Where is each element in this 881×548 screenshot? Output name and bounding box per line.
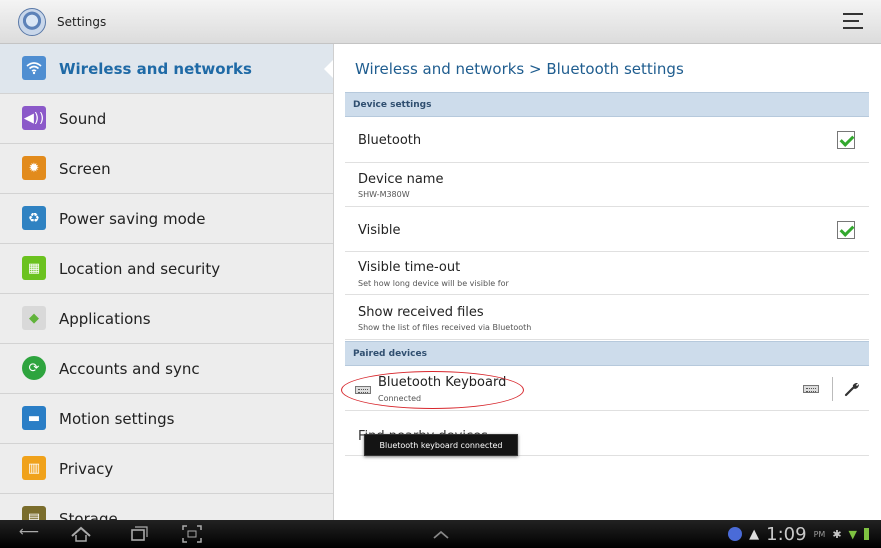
- sidebar-item-location-and-security[interactable]: ▦ Location and security: [0, 244, 333, 294]
- sidebar-item-wireless-and-networks[interactable]: Wireless and networks: [0, 44, 333, 94]
- section-paired-devices: Paired devices: [345, 341, 869, 366]
- toast-notification: Bluetooth keyboard connected: [364, 434, 518, 456]
- sidebar-item-label: Sound: [59, 109, 107, 128]
- sidebar-item-sound[interactable]: ◀)) Sound: [0, 94, 333, 144]
- row-title: Visible time-out: [358, 260, 461, 275]
- wifi-icon: [22, 56, 46, 80]
- sidebar-item-label: Privacy: [59, 459, 114, 478]
- breadcrumb: Wireless and networks > Bluetooth settin…: [355, 60, 684, 78]
- sidebar-item-label: Applications: [59, 309, 151, 328]
- row-subtitle: Show the list of files received via Blue…: [358, 323, 532, 332]
- sidebar-item-accounts-and-sync[interactable]: ⟳ Accounts and sync: [0, 344, 333, 394]
- sidebar-item-applications[interactable]: ◆ Applications: [0, 294, 333, 344]
- wrench-icon[interactable]: [843, 380, 861, 398]
- battery-icon: ♻: [22, 206, 46, 230]
- app-title: Settings: [57, 15, 107, 29]
- overflow-menu-icon[interactable]: [843, 13, 863, 31]
- row-subtitle: Set how long device will be visible for: [358, 279, 509, 288]
- sd-card-icon: ▤: [22, 506, 46, 520]
- sidebar-item-screen[interactable]: ✹ Screen: [0, 144, 333, 194]
- sidebar-item-label: Storage: [59, 509, 118, 521]
- sidebar-item-label: Motion settings: [59, 409, 175, 428]
- row-title: Visible: [358, 223, 401, 238]
- red-annotation-ellipse: [341, 371, 524, 409]
- row-title: Device name: [358, 172, 444, 187]
- back-icon[interactable]: ⟵: [18, 524, 40, 544]
- settings-sidebar: Wireless and networks ◀)) Sound ✹ Screen…: [0, 44, 334, 520]
- wifi-status-icon: ▼: [848, 527, 857, 541]
- clock: 1:09: [766, 523, 807, 545]
- sidebar-item-label: Power saving mode: [59, 209, 206, 228]
- sidebar-item-label: Accounts and sync: [59, 359, 200, 378]
- sidebar-item-privacy[interactable]: ▥ Privacy: [0, 444, 333, 494]
- chevron-up-icon[interactable]: [430, 524, 452, 544]
- sidebar-item-motion-settings[interactable]: ▬ Motion settings: [0, 394, 333, 444]
- sync-icon: ⟳: [22, 356, 46, 380]
- bluetooth-settings-panel: Wireless and networks > Bluetooth settin…: [335, 44, 881, 520]
- motion-icon: ▬: [22, 406, 46, 430]
- speaker-icon: ◀)): [22, 106, 46, 130]
- bluetooth-icon: ✱: [832, 527, 842, 541]
- divider: [832, 377, 833, 401]
- row-title: Show received files: [358, 305, 484, 320]
- recent-apps-icon[interactable]: [127, 524, 149, 544]
- settings-gear-icon: [18, 8, 46, 36]
- visible-timeout-row[interactable]: Visible time-out Set how long device wil…: [345, 252, 869, 295]
- row-title: Bluetooth: [358, 133, 422, 148]
- row-subtitle: SHW-M380W: [358, 190, 410, 199]
- screenshot-icon[interactable]: [181, 524, 203, 544]
- keyboard-icon: [803, 385, 819, 393]
- brightness-icon: ✹: [22, 156, 46, 180]
- show-received-files-row[interactable]: Show received files Show the list of fil…: [345, 295, 869, 340]
- visible-toggle-row[interactable]: Visible: [345, 207, 869, 252]
- bluetooth-checkbox[interactable]: [837, 131, 855, 149]
- status-area[interactable]: ▲ 1:09 PM ✱ ▼: [728, 523, 869, 545]
- sidebar-item-label: Location and security: [59, 259, 221, 278]
- clock-ampm: PM: [813, 529, 826, 539]
- sidebar-item-power-saving-mode[interactable]: ♻ Power saving mode: [0, 194, 333, 244]
- device-name-row[interactable]: Device name SHW-M380W: [345, 163, 869, 207]
- sidebar-item-storage[interactable]: ▤ Storage: [0, 494, 333, 520]
- app-title-bar: Settings: [0, 0, 881, 44]
- sidebar-item-label: Screen: [59, 159, 111, 178]
- sidebar-item-label: Wireless and networks: [59, 59, 252, 78]
- section-device-settings: Device settings: [345, 92, 869, 117]
- privacy-icon: ▥: [22, 456, 46, 480]
- location-grid-icon: ▦: [22, 256, 46, 280]
- warning-icon: ▲: [749, 526, 760, 542]
- visible-checkbox[interactable]: [837, 221, 855, 239]
- active-indicator: [324, 59, 333, 79]
- system-navbar: ⟵ ▲ 1:09 PM ✱ ▼: [0, 520, 881, 548]
- battery-status-icon: [864, 528, 869, 540]
- home-icon[interactable]: [70, 524, 92, 544]
- android-icon: ◆: [22, 306, 46, 330]
- bluetooth-toggle-row[interactable]: Bluetooth: [345, 118, 869, 163]
- notification-icon: [728, 527, 743, 541]
